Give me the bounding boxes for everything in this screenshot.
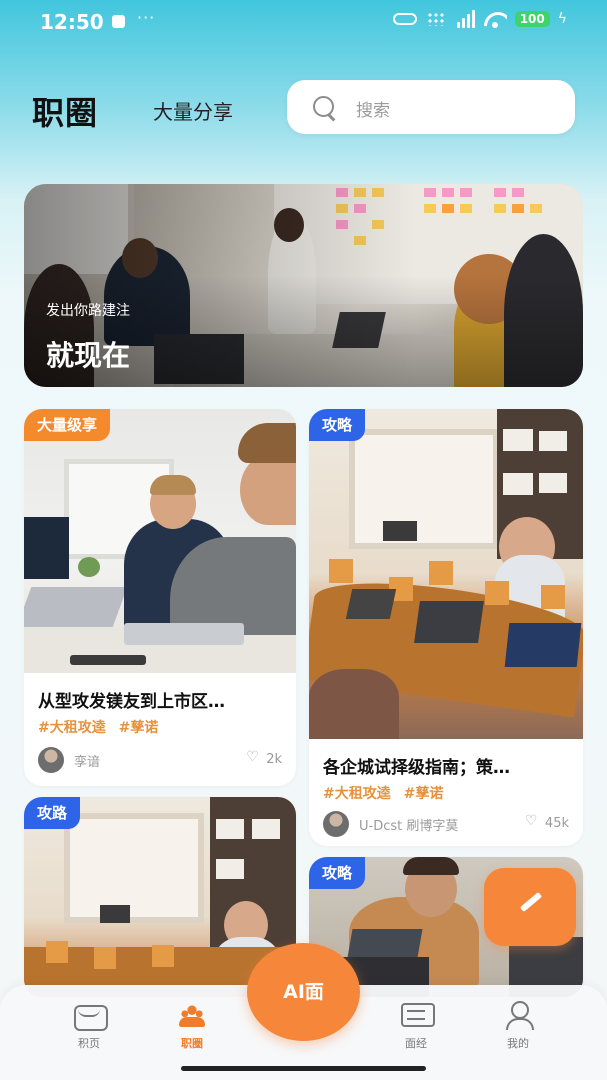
hashtag[interactable]: #大租攻逵 [38,720,106,736]
card-author[interactable]: 孪谙 [38,747,100,773]
square-icon [112,15,125,28]
nav-label: 面经 [405,1037,427,1050]
page-title: 职圈 [32,94,99,132]
like-count[interactable]: 45k [525,813,569,832]
user-icon [501,1001,535,1030]
banner-subtitle: 发出你路建注 [46,303,130,319]
wifi-icon [483,10,507,28]
search-input[interactable]: 搜索 [287,80,575,134]
battery-icon: 100 [514,11,550,27]
card-hashtags: #大租攻逵 #孳诺 [38,717,166,737]
status-time: 12:50 [40,10,104,34]
card-tag: 大量级享 [24,409,111,441]
card-hashtags: #大租攻逵 #孳诺 [323,783,451,803]
post-card[interactable]: 攻略 各企城试择级指南；策… #大租攻逵 #孳诺 U-Dcst 刷博字莫 45k [309,409,583,846]
author-name: U-Dcst 刷博字莫 [359,818,459,834]
status-icons: 100 ϟ [392,10,567,28]
nav-item-circle[interactable]: 职圈 [157,1001,227,1051]
home-indicator[interactable] [181,1066,426,1071]
author-name: 孪谙 [74,754,101,770]
tab-share[interactable]: 大量分享 [153,96,233,125]
nfc-icon [425,10,449,28]
nav-item-profile[interactable]: 我的 [483,1001,553,1051]
card-title: 从型攻发镁友到上市区… [38,692,225,712]
card-tag: 攻略 [309,857,366,889]
banner[interactable]: 发出你路建注 就现在 [24,184,583,387]
heart-icon [525,813,539,830]
search-placeholder: 搜索 [356,101,390,121]
compose-button[interactable] [484,868,576,946]
status-dots: ··· [137,8,156,27]
search-icon [313,96,335,118]
hashtag[interactable]: #大租攻逵 [323,786,391,802]
hashtag[interactable]: #孳诺 [119,720,159,736]
pencil-icon [519,891,543,913]
charge-icon: ϟ [557,11,567,27]
nav-label: 积页 [78,1037,100,1050]
post-card[interactable]: 大量级享 从型攻发镁友到上市区… #大租攻逵 #孳诺 孪谙 2k [24,409,296,786]
nav-item-home[interactable]: 积页 [54,1001,124,1051]
hashtag[interactable]: #孳诺 [404,786,444,802]
card-tag: 攻路 [24,797,81,829]
card-title: 各企城试择级指南；策… [323,758,510,778]
chat-icon [399,1001,435,1029]
post-image [309,409,583,739]
nav-label: 我的 [507,1037,529,1050]
link-icon [392,13,417,25]
avatar [38,747,64,773]
avatar [323,811,349,837]
nav-item-interview[interactable]: 面经 [381,1001,451,1051]
post-image [24,409,296,673]
signal-icon [456,10,475,28]
heart-icon [246,749,260,766]
status-bar: 12:50 ··· 100 ϟ [0,0,607,44]
like-count-value: 45k [544,816,569,831]
like-count[interactable]: 2k [246,749,282,768]
group-icon [175,1001,209,1029]
card-author[interactable]: U-Dcst 刷博字莫 [323,811,458,837]
nav-label: 职圈 [181,1037,203,1050]
ai-interview-button[interactable]: AI面 [247,943,360,1041]
card-tag: 攻略 [309,409,366,441]
like-count-value: 2k [266,752,282,767]
banner-title: 就现在 [46,339,131,372]
home-icon [72,1001,108,1031]
